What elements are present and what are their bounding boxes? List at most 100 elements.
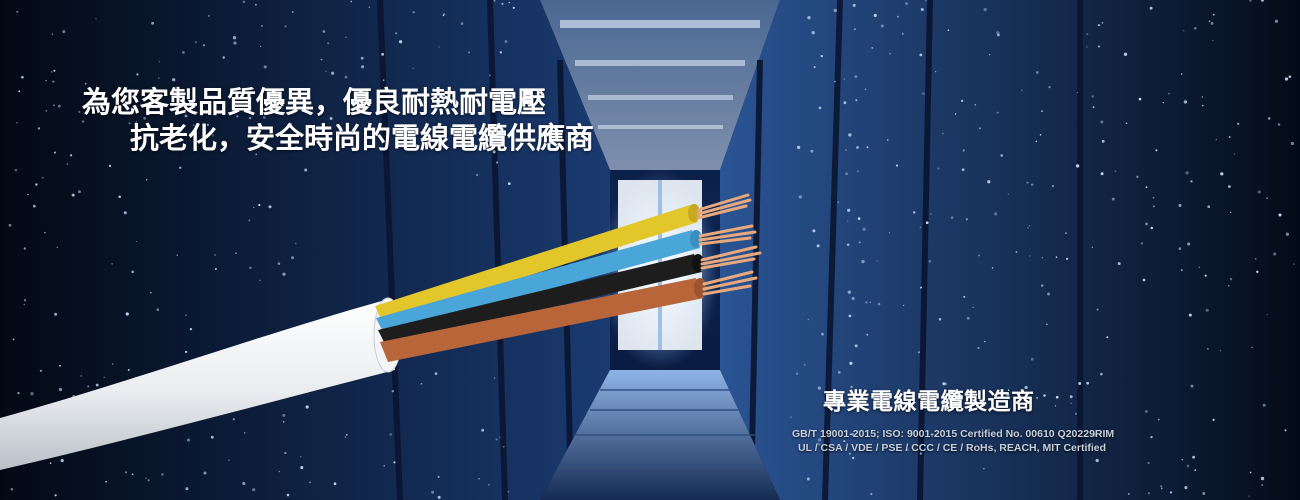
server-led (994, 212, 998, 216)
server-led (1097, 45, 1101, 48)
server-led (934, 70, 937, 73)
server-led (1150, 226, 1154, 230)
server-led (508, 1, 511, 4)
server-led (1162, 101, 1164, 104)
server-led (49, 462, 52, 464)
server-led (871, 47, 874, 49)
server-led (1207, 205, 1211, 209)
server-led (861, 259, 865, 264)
server-led (53, 69, 56, 72)
server-led (857, 217, 861, 220)
server-led (947, 29, 950, 32)
server-led (481, 428, 485, 432)
server-led (960, 99, 964, 103)
server-led (1192, 455, 1195, 459)
server-led (284, 25, 287, 28)
server-led (977, 347, 980, 350)
server-led (23, 299, 27, 302)
server-led (1106, 336, 1109, 339)
server-led (846, 243, 850, 247)
server-led (816, 244, 820, 248)
server-led (983, 340, 986, 343)
server-led (1055, 395, 1059, 399)
server-led (1184, 486, 1188, 490)
server-led (57, 104, 61, 108)
server-led (813, 66, 816, 69)
server-led (843, 78, 846, 80)
server-led (1292, 263, 1295, 265)
server-led (131, 473, 134, 476)
server-led (847, 220, 849, 222)
server-led (834, 80, 836, 83)
server-led (39, 369, 43, 372)
server-led (8, 223, 12, 227)
server-led (80, 374, 83, 377)
server-led (412, 11, 415, 14)
server-led (325, 70, 327, 72)
server-led (963, 295, 966, 298)
server-led (1078, 382, 1082, 385)
server-led (125, 312, 129, 316)
server-led (184, 350, 188, 354)
server-led (1160, 485, 1163, 488)
server-led (360, 56, 364, 60)
server-led (1155, 149, 1158, 152)
server-led (852, 3, 856, 7)
server-led (1260, 476, 1265, 481)
server-led (368, 6, 371, 9)
server-led (70, 154, 73, 157)
server-led (233, 41, 237, 45)
server-led (41, 176, 44, 179)
server-led (208, 15, 210, 17)
server-led (81, 120, 85, 123)
server-led (252, 488, 256, 492)
server-led (389, 433, 393, 436)
server-led (499, 51, 503, 54)
server-led (1149, 6, 1153, 10)
server-led (383, 465, 385, 467)
server-led (460, 22, 464, 25)
server-led (889, 53, 891, 55)
server-led (135, 240, 138, 243)
server-led (1028, 225, 1031, 227)
server-led (468, 51, 471, 54)
server-led (1000, 154, 1004, 157)
server-led (56, 246, 58, 249)
server-led (71, 193, 75, 197)
server-led (962, 149, 965, 152)
server-led (790, 416, 792, 418)
server-led (344, 75, 348, 79)
server-led (147, 479, 150, 482)
server-led (877, 302, 881, 306)
server-led (869, 301, 872, 303)
server-led (158, 61, 161, 63)
server-led (1142, 278, 1146, 282)
server-led (845, 149, 847, 151)
server-led (855, 99, 858, 102)
server-led (1212, 13, 1215, 16)
server-led (1273, 252, 1277, 256)
server-led (291, 11, 294, 13)
server-led (989, 54, 991, 56)
server-led (922, 92, 925, 95)
server-led (210, 435, 214, 439)
server-led (202, 44, 206, 47)
server-led (1145, 186, 1148, 189)
server-led (51, 33, 54, 35)
server-led (344, 436, 347, 438)
server-led (1215, 138, 1217, 141)
server-led (189, 327, 193, 331)
server-led (437, 495, 441, 499)
server-led (1039, 133, 1042, 136)
server-led (54, 312, 58, 316)
server-led (1147, 492, 1151, 495)
server-led (876, 260, 878, 262)
server-led (1041, 256, 1044, 259)
server-led (1136, 175, 1139, 178)
server-led (361, 65, 365, 69)
server-led (1029, 255, 1031, 257)
server-led (1074, 412, 1078, 415)
server-led (235, 252, 237, 254)
server-led (866, 146, 869, 149)
server-led (1288, 75, 1292, 79)
